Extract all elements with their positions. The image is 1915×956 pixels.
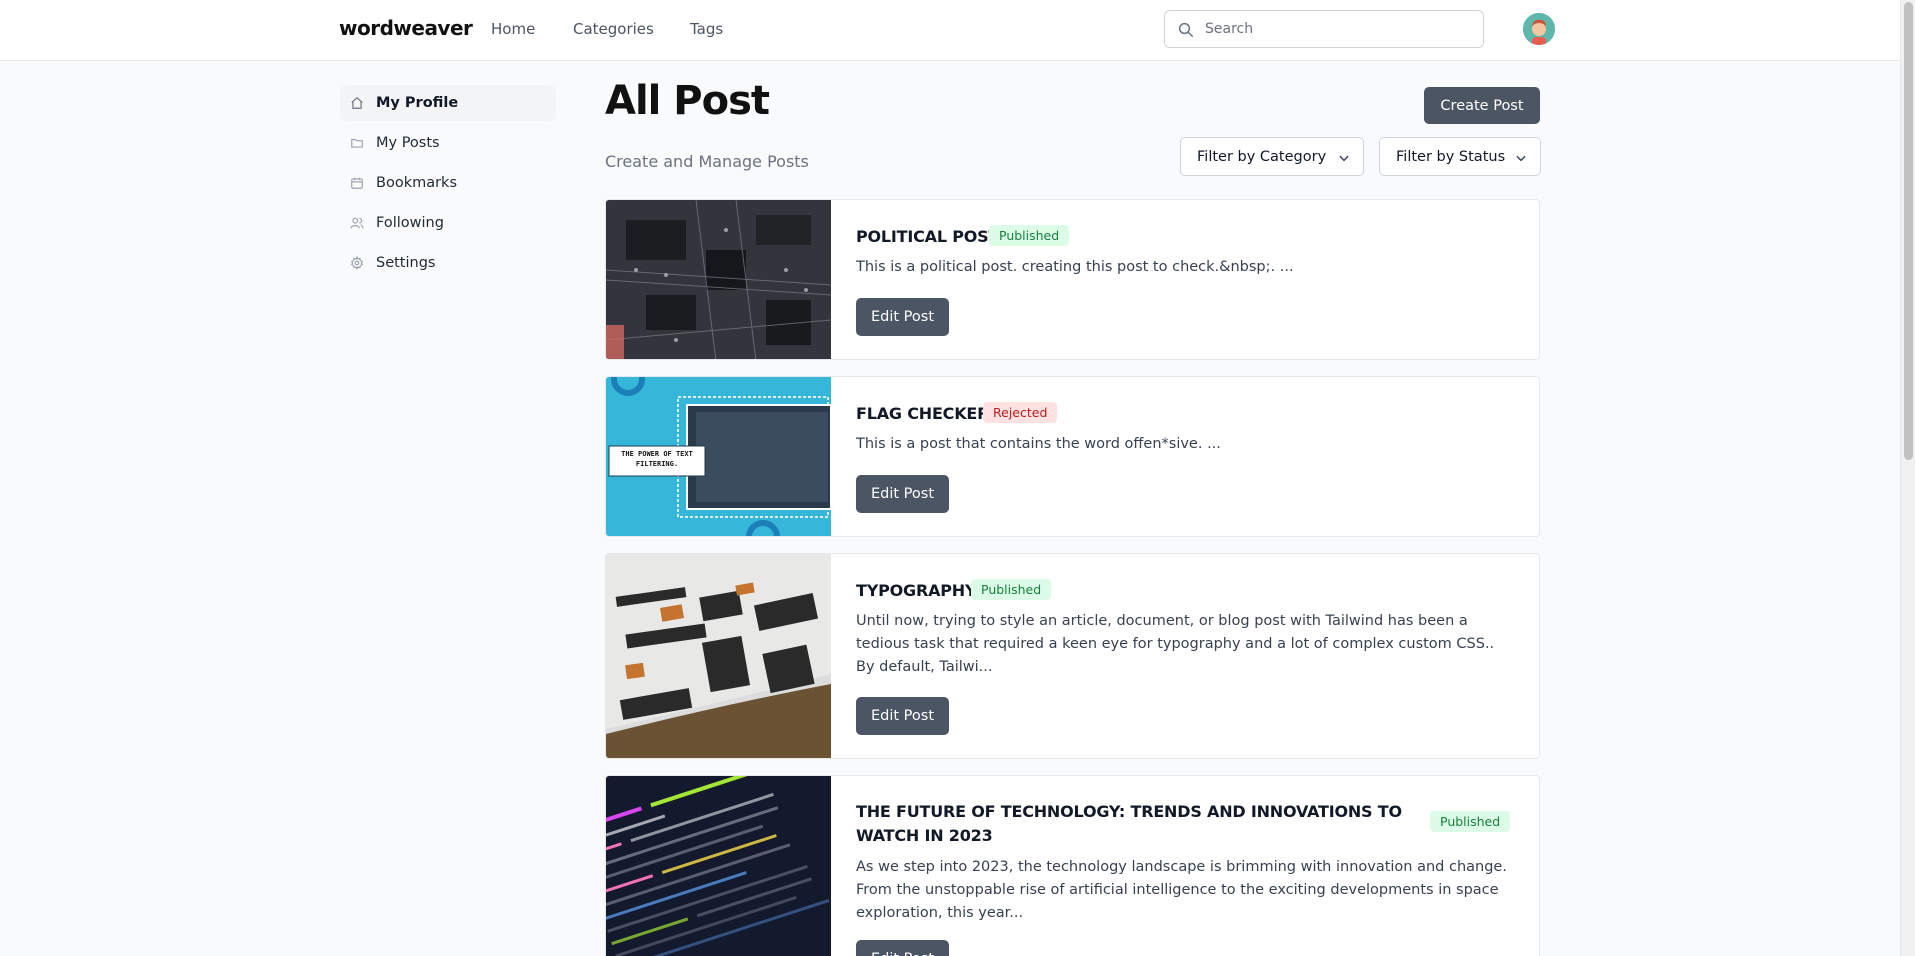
edit-post-button[interactable]: Edit Post (856, 697, 949, 735)
nav-tags-link[interactable]: Tags (690, 20, 723, 38)
post-thumbnail (606, 200, 831, 359)
gear-icon (349, 255, 365, 271)
sidebar-item-my-profile[interactable]: My Profile (340, 85, 556, 121)
sidebar-item-my-posts[interactable]: My Posts (340, 125, 556, 161)
chevron-down-icon (1516, 155, 1526, 162)
calendar-icon (349, 175, 365, 191)
nav-home-link[interactable]: Home (491, 20, 535, 38)
sidebar-item-label: Bookmarks (376, 175, 458, 191)
sidebar-item-following[interactable]: Following (340, 205, 556, 241)
filter-category-select[interactable]: Filter by Category (1180, 137, 1364, 176)
page-subtitle: Create and Manage Posts (605, 152, 809, 171)
post-card: POLITICAL POST Published This is a polit… (605, 199, 1540, 360)
filter-status-label: Filter by Status (1396, 148, 1506, 165)
create-post-button[interactable]: Create Post (1424, 87, 1540, 124)
sidebar-item-label: My Profile (376, 95, 459, 111)
filter-category-label: Filter by Category (1197, 148, 1327, 165)
thumb-caption: THE POWER OF TEXT FILTERING. (621, 450, 693, 468)
search-input[interactable] (1205, 19, 1465, 39)
home-icon (349, 95, 365, 111)
users-icon (349, 215, 365, 231)
post-thumbnail (606, 554, 831, 758)
edit-post-button[interactable]: Edit Post (856, 940, 949, 956)
post-thumbnail (606, 776, 831, 956)
sidebar-item-label: Settings (376, 255, 436, 271)
folder-icon (349, 135, 365, 151)
page-scrollbar[interactable] (1900, 0, 1915, 956)
site-logo[interactable]: wordweaver (339, 16, 473, 40)
search-icon (1178, 22, 1194, 38)
sidebar-item-label: My Posts (376, 135, 440, 151)
top-header: wordweaver Home Categories Tags (0, 0, 1900, 61)
post-title[interactable]: POLITICAL POST (856, 227, 999, 246)
post-title[interactable]: THE FUTURE OF TECHNOLOGY: TRENDS AND INN… (856, 800, 1426, 848)
scrollbar-thumb[interactable] (1904, 2, 1913, 460)
post-excerpt: This is a post that contains the word of… (856, 436, 1221, 452)
post-title[interactable]: FLAG CHECKER (856, 404, 989, 423)
post-excerpt: This is a political post. creating this … (856, 259, 1294, 275)
status-badge: Rejected (983, 402, 1058, 423)
status-badge: Published (971, 579, 1052, 600)
post-card: TYPOGRAPHY Published Until now, trying t… (605, 553, 1540, 759)
post-title[interactable]: TYPOGRAPHY (856, 581, 977, 600)
post-excerpt: As we step into 2023, the technology lan… (856, 859, 1507, 921)
edit-post-button[interactable]: Edit Post (856, 475, 949, 513)
chevron-down-icon (1339, 155, 1349, 162)
post-thumbnail: THE POWER OF TEXT FILTERING. (606, 377, 831, 536)
status-badge: Published (1430, 811, 1511, 832)
page-title: All Post (605, 78, 770, 124)
post-excerpt: Until now, trying to style an article, d… (856, 613, 1495, 675)
edit-post-button[interactable]: Edit Post (856, 298, 949, 336)
filter-status-select[interactable]: Filter by Status (1379, 137, 1541, 176)
status-badge: Published (989, 225, 1070, 246)
sidebar-item-settings[interactable]: Settings (340, 245, 556, 281)
sidebar-item-bookmarks[interactable]: Bookmarks (340, 165, 556, 201)
user-avatar[interactable] (1523, 13, 1555, 45)
post-card: THE FUTURE OF TECHNOLOGY: TRENDS AND INN… (605, 775, 1540, 956)
search-box[interactable] (1164, 10, 1484, 48)
sidebar-item-label: Following (376, 215, 444, 231)
nav-categories-link[interactable]: Categories (573, 20, 654, 38)
post-card: THE POWER OF TEXT FILTERING. FLAG CHECKE… (605, 376, 1540, 537)
